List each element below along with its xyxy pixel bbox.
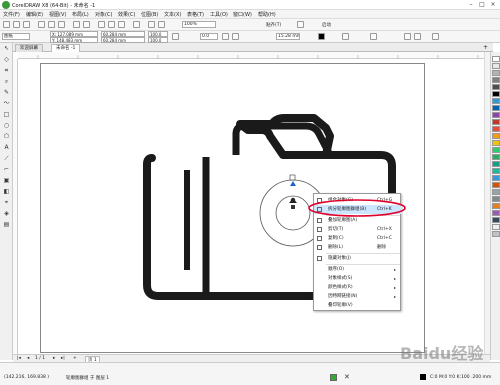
color-swatch[interactable] — [492, 70, 500, 76]
submenu-arrow-icon: ▸ — [394, 267, 397, 272]
overlay-icon — [317, 218, 322, 223]
fill-indicator-icon — [330, 374, 337, 381]
color-swatch[interactable] — [492, 189, 500, 195]
color-swatch[interactable] — [492, 126, 500, 132]
menu-item-hide-object[interactable]: 隐藏对象(J) — [314, 254, 402, 263]
page-prev-icon[interactable]: ◂ — [27, 356, 29, 361]
submenu-arrow-icon: ▸ — [394, 276, 397, 281]
contour-handle-arrow — [290, 181, 296, 186]
context-menu: 组合对象(G) Ctrl+G 拆分轮廓图群组(B) Ctrl+K 叠加轮廓图(A… — [313, 193, 402, 311]
outline-info: C:0 M:0 Y:0 K:100 .200 mm — [430, 375, 492, 380]
color-swatch[interactable] — [492, 98, 500, 104]
color-swatch[interactable] — [492, 105, 500, 111]
cursor-coordinates: (142.216, 169.838 ) — [4, 375, 50, 380]
color-swatch[interactable] — [492, 168, 500, 174]
watermark: Baidu经验 — [400, 344, 484, 363]
camera-drawing[interactable] — [0, 0, 500, 385]
menu-item-copy[interactable]: 复制(C) Ctrl+C — [314, 234, 402, 243]
menu-item-group[interactable]: 组合对象(G) Ctrl+G — [314, 196, 402, 205]
color-swatch[interactable] — [492, 210, 500, 216]
no-fill-x-icon: ✕ — [344, 373, 350, 381]
color-swatch[interactable] — [492, 84, 500, 90]
color-swatch[interactable] — [492, 77, 500, 83]
menu-item-order[interactable]: 顺序(O) ▸ — [314, 265, 402, 274]
page-counter: 1 / 1 — [35, 356, 46, 361]
delete-icon — [317, 245, 322, 250]
page-next-icon[interactable]: ▸ — [53, 356, 55, 361]
menu-item-overlay-contour[interactable]: 叠加轮廓图(A) — [314, 216, 402, 225]
selection-handle-top — [289, 174, 296, 181]
page-first-icon[interactable]: |◂ — [17, 356, 21, 361]
color-swatch[interactable] — [492, 231, 500, 237]
menu-item-cut[interactable]: 剪切(T) Ctrl+X — [314, 225, 402, 234]
color-swatch[interactable] — [492, 63, 500, 69]
menu-item-internet-link[interactable]: 因特网链接(N) ▸ — [314, 292, 402, 301]
color-swatch[interactable] — [492, 161, 500, 167]
color-swatch[interactable] — [492, 56, 500, 62]
color-swatch[interactable] — [492, 182, 500, 188]
color-swatch[interactable] — [492, 217, 500, 223]
menu-item-break-contour-group[interactable]: 拆分轮廓图群组(B) Ctrl+K — [314, 205, 402, 214]
color-swatch[interactable] — [492, 196, 500, 202]
color-swatch[interactable] — [492, 140, 500, 146]
page-last-icon[interactable]: ▸| — [61, 356, 65, 361]
menu-item-delete[interactable]: 删除(L) 删除 — [314, 243, 402, 252]
menu-item-object-styles[interactable]: 对象样式(S) ▸ — [314, 274, 402, 283]
color-swatch[interactable] — [492, 203, 500, 209]
color-swatch[interactable] — [492, 175, 500, 181]
menu-item-overprint-outline[interactable]: 叠印轮廓(V) — [314, 301, 402, 310]
color-swatch[interactable] — [492, 154, 500, 160]
outline-color-indicator — [420, 374, 426, 380]
status-bar: (142.216, 169.838 ) 轮廓图群组 于 图层 1 ✕ C:0 M… — [0, 362, 500, 385]
color-swatch[interactable] — [492, 224, 500, 230]
menu-item-color-styles[interactable]: 颜色样式(R) ▸ — [314, 283, 402, 292]
color-swatch[interactable] — [492, 91, 500, 97]
add-page-icon[interactable]: + — [73, 356, 77, 361]
hide-icon — [317, 256, 322, 261]
color-swatch[interactable] — [492, 119, 500, 125]
color-palette — [490, 52, 500, 360]
submenu-arrow-icon: ▸ — [394, 294, 397, 299]
break-apart-icon — [317, 207, 322, 212]
group-icon — [317, 198, 322, 203]
copy-icon — [317, 236, 322, 241]
color-swatch[interactable] — [492, 112, 500, 118]
object-info: 轮廓图群组 于 图层 1 — [66, 376, 110, 381]
color-swatch[interactable] — [492, 133, 500, 139]
color-swatch[interactable] — [492, 147, 500, 153]
cut-icon — [317, 227, 322, 232]
submenu-arrow-icon: ▸ — [394, 285, 397, 290]
move-handle-icon — [289, 198, 297, 203]
selection-handle-mid — [291, 205, 295, 209]
